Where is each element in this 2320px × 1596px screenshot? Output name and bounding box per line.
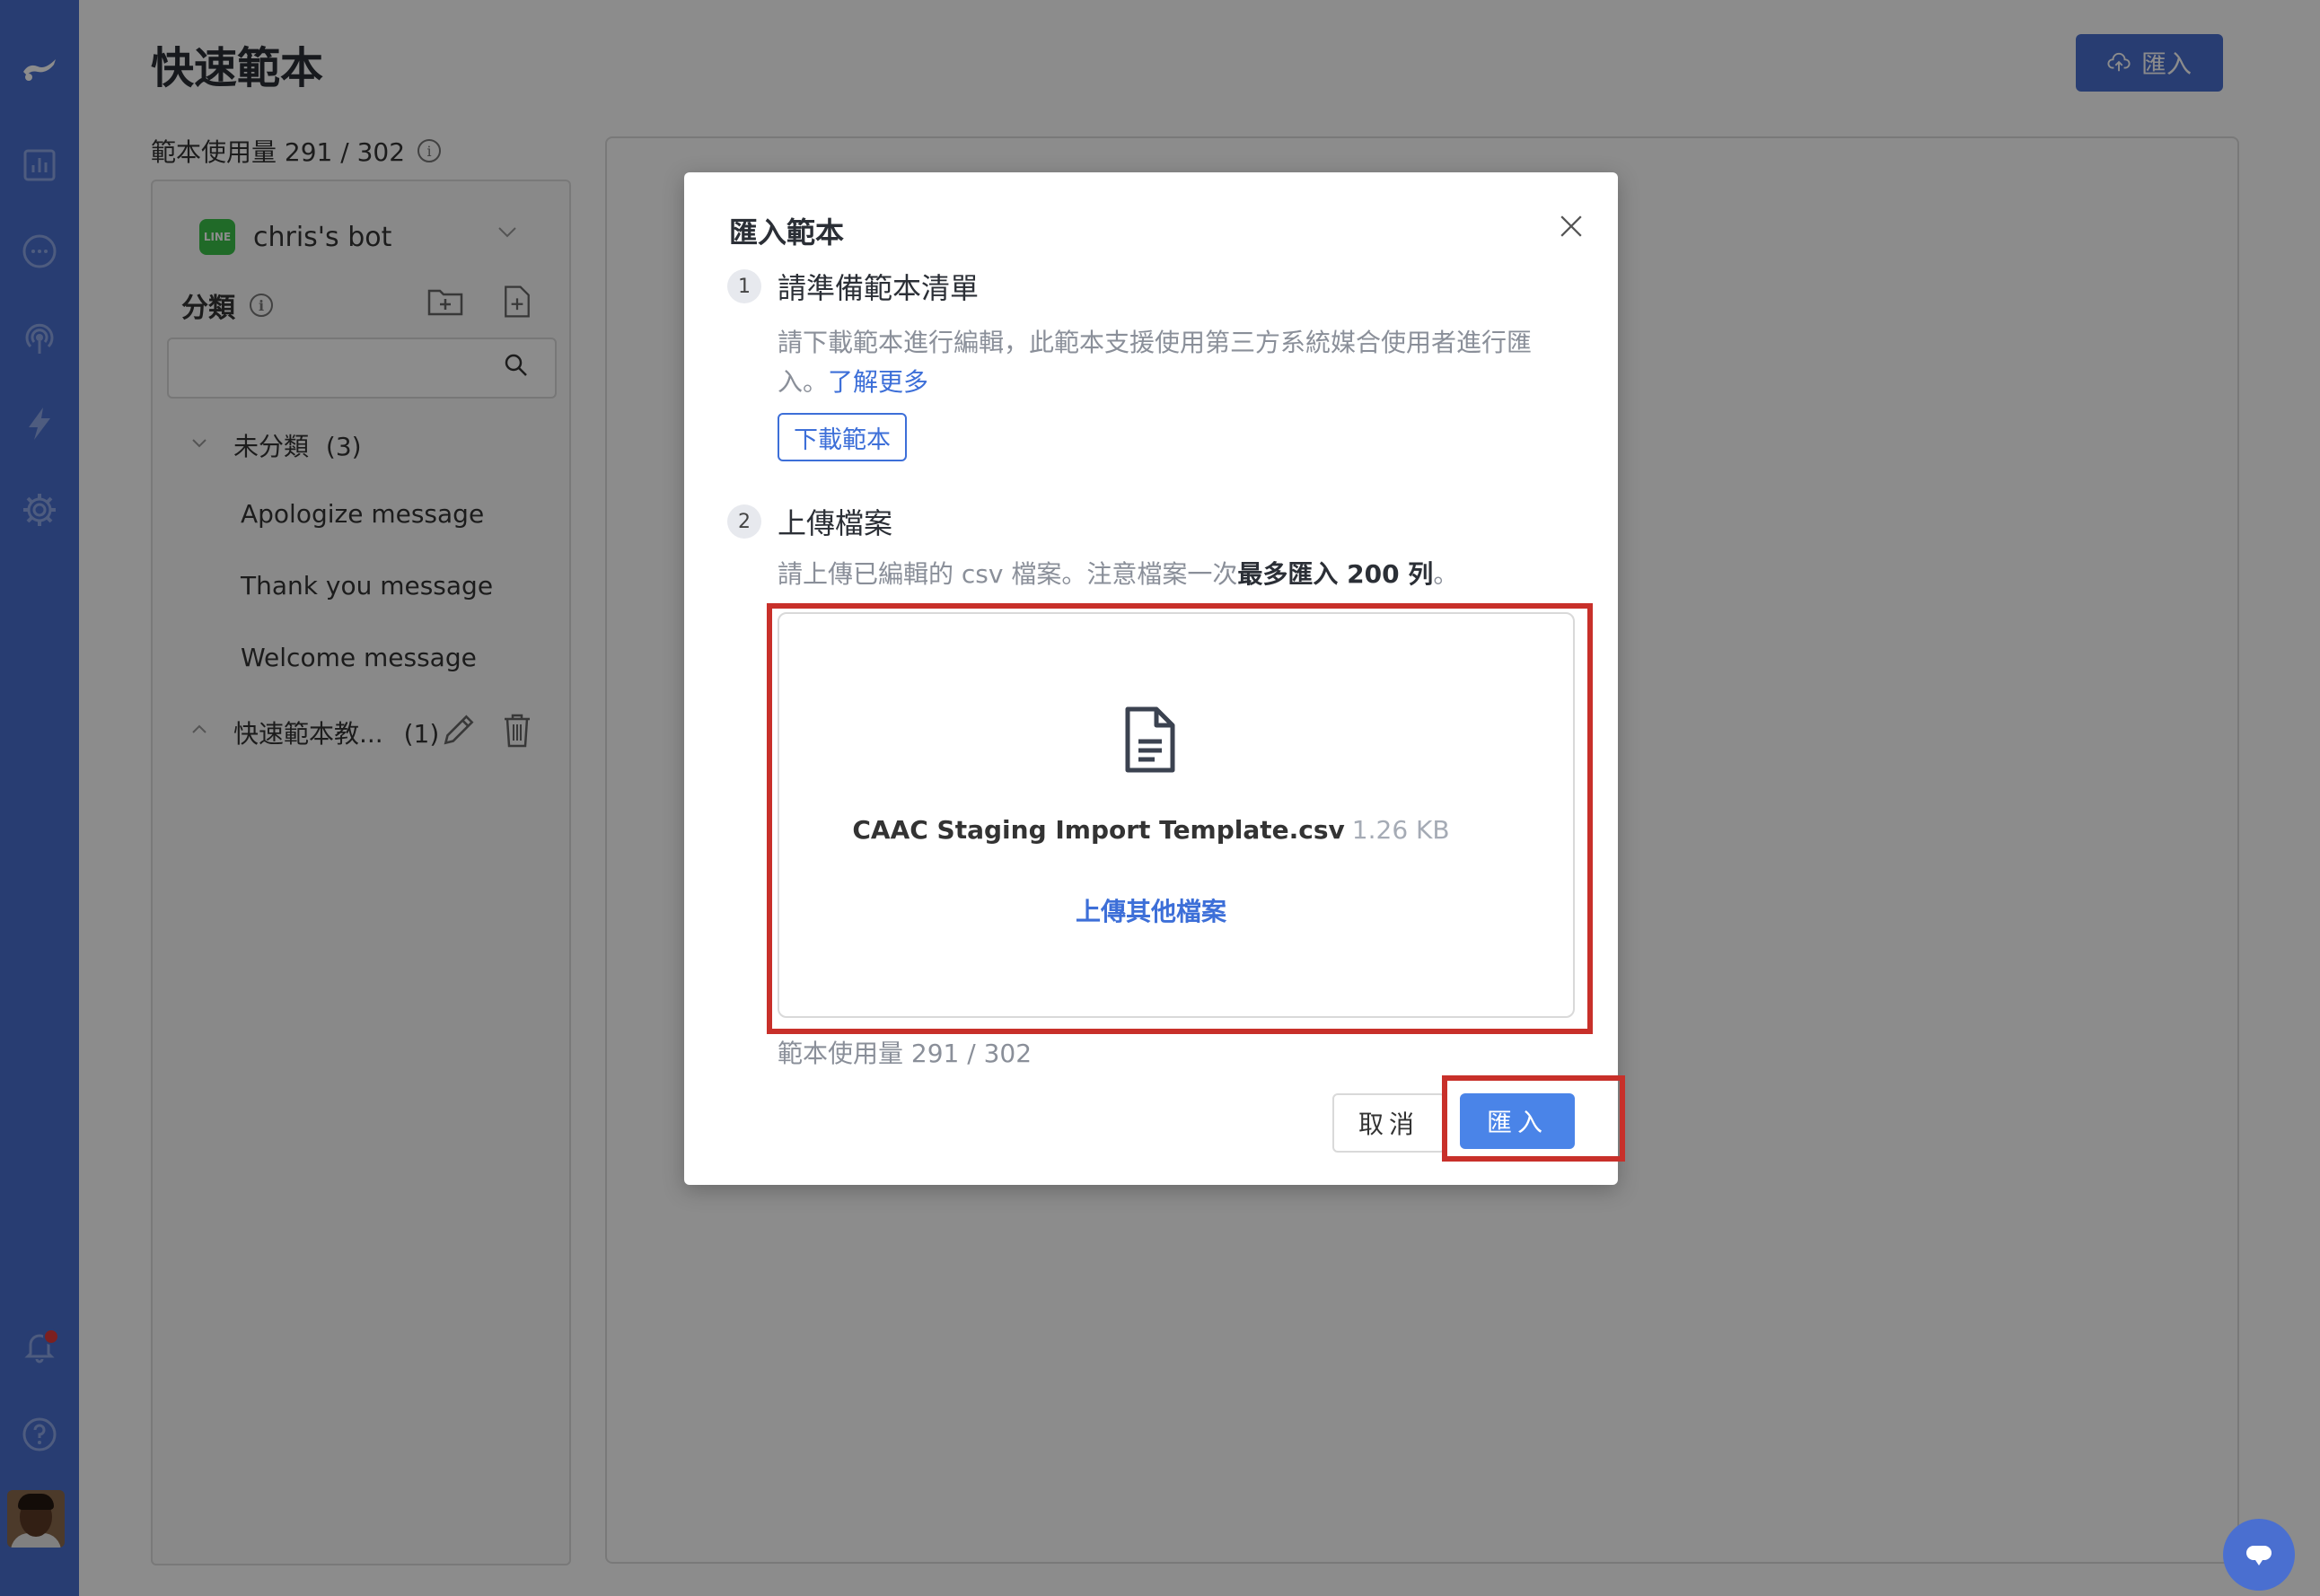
import-template-modal: 匯入範本 1 請準備範本清單 請下載範本進行編輯，此範本支援使用第三方系統媒合使…	[684, 172, 1625, 1185]
modal-title: 匯入範本	[729, 215, 845, 250]
step-title: 上傳檔案	[778, 506, 893, 540]
modal-usage: 範本使用量 291 / 302	[778, 1039, 1033, 1068]
upload-other-file-link[interactable]: 上傳其他檔案	[684, 892, 1618, 928]
close-button[interactable]	[1550, 205, 1593, 248]
close-icon	[1560, 215, 1582, 237]
step-number: 2	[727, 504, 761, 539]
file-size: 1.26 KB	[1351, 815, 1450, 845]
file-icon	[1125, 706, 1175, 773]
learn-more-link[interactable]: 了解更多	[828, 367, 928, 397]
step1-description: 請下載範本進行編輯，此範本支援使用第三方系統媒合使用者進行匯入。了解更多	[778, 328, 1533, 397]
step-number: 1	[727, 269, 761, 303]
step2-description: 請上傳已編輯的 csv 檔案。注意檔案一次最多匯入 200 列。	[778, 559, 1459, 589]
chat-widget-button[interactable]	[2223, 1519, 2295, 1591]
file-name: CAAC Staging Import Template.csv	[852, 815, 1345, 845]
step-title: 請準備範本清單	[778, 271, 980, 305]
highlight-box	[1442, 1075, 1625, 1162]
chat-bubble-icon	[2246, 1546, 2272, 1565]
cancel-button[interactable]: 取消	[1332, 1093, 1446, 1153]
uploaded-file-info: CAAC Staging Import Template.csv 1.26 KB	[684, 815, 1618, 845]
download-template-button[interactable]: 下載範本	[778, 413, 907, 461]
